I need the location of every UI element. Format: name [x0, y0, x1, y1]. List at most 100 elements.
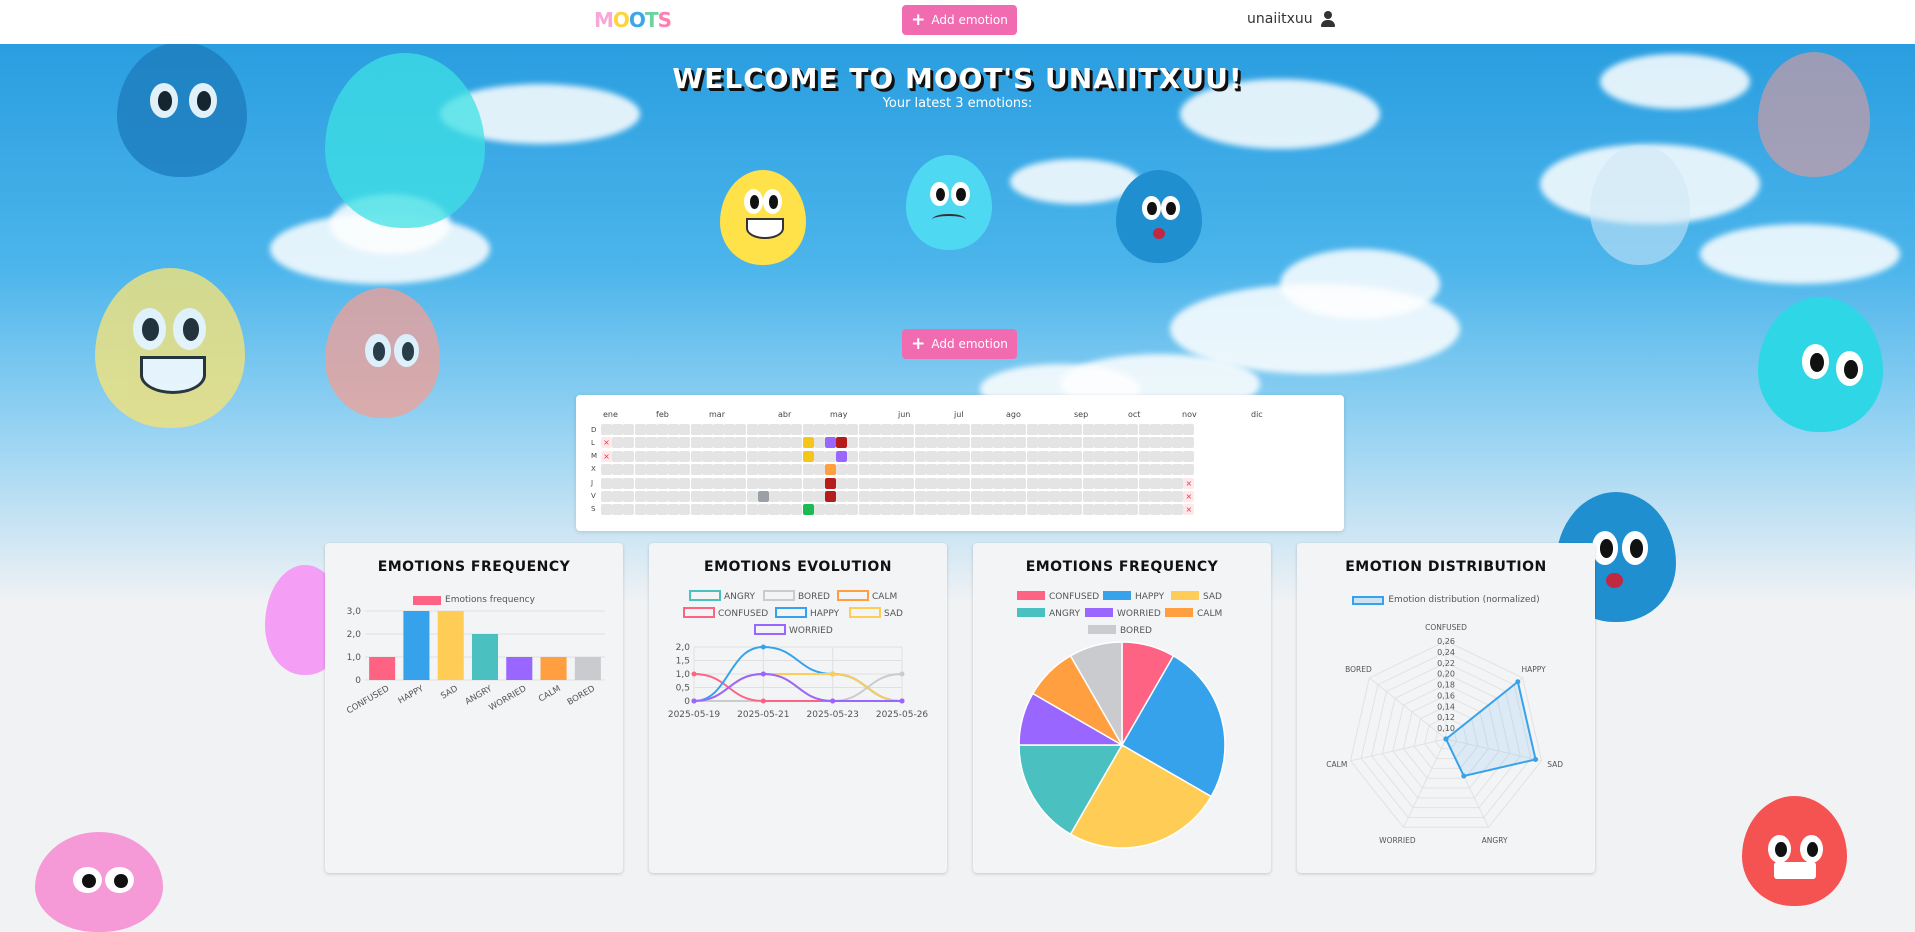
calendar-day-cell[interactable]: [1015, 450, 1027, 462]
calendar-day-cell[interactable]: [791, 424, 803, 435]
calendar-day-cell[interactable]: [914, 464, 926, 476]
calendar-day-cell[interactable]: [825, 450, 836, 462]
calendar-day-cell[interactable]: [690, 464, 702, 476]
calendar-day-cell[interactable]: [701, 450, 713, 462]
calendar-day-cell[interactable]: [612, 450, 624, 462]
calendar-day-cell[interactable]: [813, 437, 825, 449]
calendar-day-cell[interactable]: [668, 450, 680, 462]
calendar-day-cell[interactable]: [802, 491, 814, 502]
calendar-day-cell[interactable]: [701, 424, 713, 435]
calendar-day-cell[interactable]: [1026, 424, 1038, 435]
calendar-day-cell[interactable]: [1037, 491, 1049, 502]
calendar-day-cell[interactable]: [869, 424, 881, 435]
calendar-day-cell[interactable]: [1127, 504, 1139, 516]
calendar-day-cell[interactable]: [825, 437, 836, 449]
calendar-day-cell[interactable]: [993, 491, 1004, 502]
calendar-day-cell[interactable]: [892, 464, 904, 476]
calendar-day-cell[interactable]: [937, 464, 948, 476]
calendar-day-cell[interactable]: [1149, 504, 1161, 516]
calendar-day-cell[interactable]: [1060, 504, 1072, 516]
calendar-day-cell[interactable]: [1172, 477, 1184, 489]
calendar-day-cell[interactable]: [735, 491, 747, 502]
calendar-day-cell[interactable]: [959, 477, 971, 489]
calendar-day-cell[interactable]: [690, 491, 702, 502]
calendar-day-cell[interactable]: [780, 504, 792, 516]
calendar-day-cell[interactable]: [970, 477, 982, 489]
calendar-day-cell[interactable]: [903, 450, 915, 462]
calendar-day-cell[interactable]: [1060, 437, 1072, 449]
calendar-day-cell[interactable]: [948, 424, 960, 435]
calendar-day-cell[interactable]: [1172, 491, 1184, 502]
calendar-day-cell[interactable]: [735, 504, 747, 516]
calendar-day-cell[interactable]: [690, 437, 702, 449]
calendar-day-cell[interactable]: [892, 450, 904, 462]
calendar-day-cell[interactable]: [1049, 491, 1060, 502]
calendar-day-cell[interactable]: [1127, 491, 1139, 502]
calendar-day-cell[interactable]: [1026, 437, 1038, 449]
calendar-day-cell[interactable]: [937, 424, 948, 435]
calendar-day-cell[interactable]: [657, 464, 668, 476]
calendar-day-cell[interactable]: [948, 450, 960, 462]
calendar-day-cell[interactable]: [869, 491, 881, 502]
calendar-day-cell[interactable]: [925, 491, 937, 502]
calendar-day-cell[interactable]: [601, 424, 612, 435]
calendar-day-cell[interactable]: [601, 464, 612, 476]
calendar-day-cell[interactable]: [1116, 450, 1128, 462]
calendar-day-cell[interactable]: [1071, 477, 1083, 489]
calendar-day-cell[interactable]: [1071, 437, 1083, 449]
calendar-day-cell[interactable]: [1138, 477, 1150, 489]
calendar-day-cell[interactable]: [780, 450, 792, 462]
calendar-day-cell[interactable]: [1138, 437, 1150, 449]
calendar-day-cell[interactable]: [1015, 437, 1027, 449]
calendar-day-cell[interactable]: [769, 424, 780, 435]
calendar-day-cell[interactable]: [993, 464, 1004, 476]
calendar-day-cell[interactable]: [679, 450, 691, 462]
calendar-day-cell[interactable]: [914, 491, 926, 502]
calendar-day-cell[interactable]: [881, 450, 892, 462]
calendar-day-cell[interactable]: [937, 450, 948, 462]
calendar-day-cell[interactable]: [925, 504, 937, 516]
calendar-day-cell[interactable]: [959, 450, 971, 462]
calendar-day-cell[interactable]: [948, 504, 960, 516]
calendar-day-cell[interactable]: [690, 450, 702, 462]
calendar-day-cell[interactable]: [657, 504, 668, 516]
calendar-day-cell[interactable]: [1149, 477, 1161, 489]
calendar-day-cell[interactable]: [1161, 464, 1172, 476]
calendar-day-cell[interactable]: [1037, 450, 1049, 462]
calendar-day-cell[interactable]: [757, 450, 769, 462]
calendar-day-cell[interactable]: [813, 464, 825, 476]
calendar-day-cell[interactable]: ×: [1183, 477, 1195, 489]
calendar-day-cell[interactable]: [735, 477, 747, 489]
calendar-day-cell[interactable]: [780, 464, 792, 476]
calendar-day-cell[interactable]: [925, 437, 937, 449]
calendar-day-cell[interactable]: [780, 437, 792, 449]
calendar-day-cell[interactable]: [1116, 504, 1128, 516]
calendar-day-cell[interactable]: [1093, 491, 1105, 502]
calendar-day-cell[interactable]: [914, 504, 926, 516]
calendar-day-cell[interactable]: [1015, 424, 1027, 435]
latest-emotion-sad[interactable]: [906, 155, 992, 250]
calendar-day-cell[interactable]: [825, 477, 836, 489]
calendar-day-cell[interactable]: [1026, 504, 1038, 516]
calendar-day-cell[interactable]: [1105, 450, 1116, 462]
calendar-day-cell[interactable]: [925, 424, 937, 435]
calendar-day-cell[interactable]: [1183, 437, 1195, 449]
calendar-day-cell[interactable]: [892, 491, 904, 502]
calendar-day-cell[interactable]: [1093, 424, 1105, 435]
calendar-day-cell[interactable]: [634, 477, 646, 489]
calendar-day-cell[interactable]: [1004, 450, 1016, 462]
calendar-day-cell[interactable]: [645, 491, 657, 502]
calendar-day-cell[interactable]: [612, 464, 624, 476]
calendar-day-cell[interactable]: [724, 477, 736, 489]
calendar-day-cell[interactable]: [623, 477, 635, 489]
calendar-day-cell[interactable]: [937, 437, 948, 449]
calendar-day-cell[interactable]: [1060, 491, 1072, 502]
calendar-day-cell[interactable]: [1004, 464, 1016, 476]
calendar-day-cell[interactable]: [858, 477, 870, 489]
calendar-day-cell[interactable]: [701, 491, 713, 502]
calendar-day-cell[interactable]: [1093, 464, 1105, 476]
calendar-day-cell[interactable]: [981, 424, 993, 435]
calendar-day-cell[interactable]: [1082, 477, 1094, 489]
calendar-day-cell[interactable]: [970, 464, 982, 476]
calendar-day-cell[interactable]: [802, 437, 814, 449]
